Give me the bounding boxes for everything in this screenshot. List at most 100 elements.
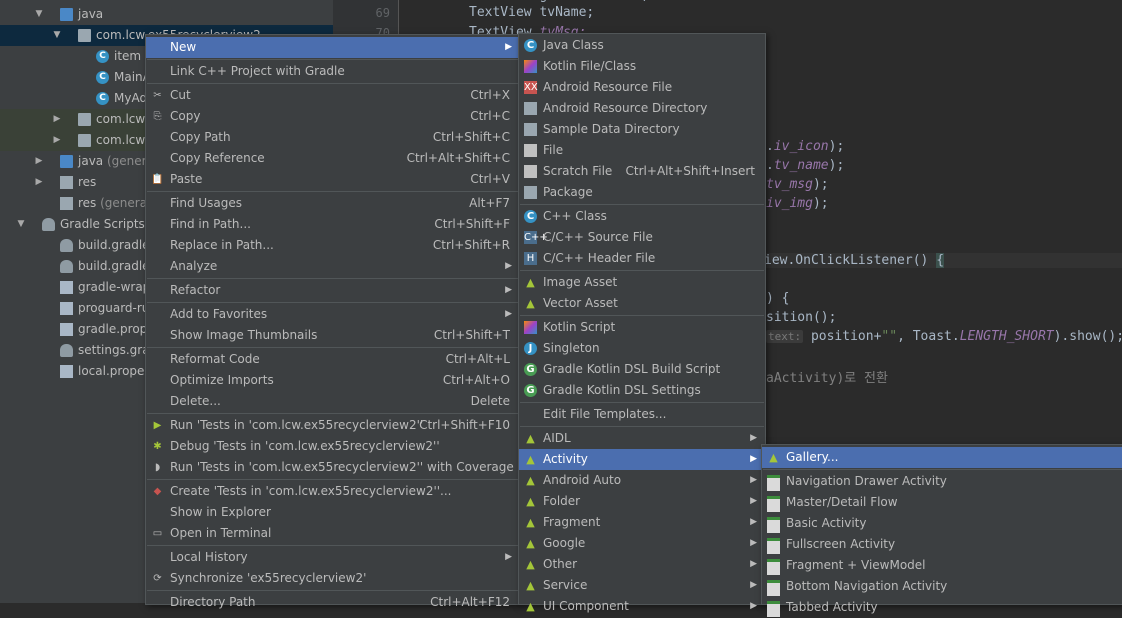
expand-arrow-icon[interactable]: ▶ <box>34 151 44 172</box>
ctx-item-debug-tests-in-com-lcw-ex55recyclerview2[interactable]: ✱ Debug 'Tests in 'com.lcw.ex55recyclervi… <box>146 436 520 457</box>
menu-item-shortcut: Ctrl+X <box>470 88 510 102</box>
activity-item-gallery[interactable]: ▲ Gallery... <box>762 447 1122 468</box>
activity-item-fragment-viewmodel[interactable]: Fragment + ViewModel <box>762 555 1122 576</box>
new-item-kotlin-script[interactable]: Kotlin Script <box>519 317 765 338</box>
menu-item-label: Master/Detail Flow <box>786 495 898 509</box>
new-item-google[interactable]: ▲ Google ▶ <box>519 533 765 554</box>
android-resource-icon: XX <box>524 81 538 94</box>
ctx-item-open-in-terminal[interactable]: ▭ Open in Terminal <box>146 523 520 544</box>
debug-icon: ✱ <box>153 441 162 452</box>
ctx-item-synchronize-ex55recyclerview2[interactable]: ⟳ Synchronize 'ex55recyclerview2' <box>146 568 520 589</box>
activity-item-navigation-drawer-activity[interactable]: Navigation Drawer Activity <box>762 471 1122 492</box>
new-item-android-auto[interactable]: ▲ Android Auto ▶ <box>519 470 765 491</box>
new-item-file[interactable]: File <box>519 140 765 161</box>
new-item-activity[interactable]: ▲ Activity ▶ <box>519 449 765 470</box>
singleton-icon: J <box>524 342 537 355</box>
menu-item-shortcut: Ctrl+Shift+R <box>432 238 510 252</box>
ctx-item-cut[interactable]: ✂ Cut Ctrl+X <box>146 85 520 106</box>
menu-item-label: Refactor <box>170 283 221 297</box>
new-item-fragment[interactable]: ▲ Fragment ▶ <box>519 512 765 533</box>
ctx-item-find-in-path[interactable]: Find in Path... Ctrl+Shift+F <box>146 214 520 235</box>
ctx-item-analyze[interactable]: Analyze ▶ <box>146 256 520 277</box>
ctx-item-replace-in-path[interactable]: Replace in Path... Ctrl+Shift+R <box>146 235 520 256</box>
tree-node-label: item <box>114 49 142 63</box>
new-item-edit-file-templates[interactable]: Edit File Templates... <box>519 404 765 425</box>
new-item-scratch-file[interactable]: Scratch File Ctrl+Alt+Shift+Insert <box>519 161 765 182</box>
menu-separator <box>147 278 519 279</box>
package-icon <box>78 29 91 42</box>
expand-arrow-icon[interactable]: ▶ <box>52 109 62 130</box>
activity-item-fullscreen-activity[interactable]: Fullscreen Activity <box>762 534 1122 555</box>
new-item-folder[interactable]: ▲ Folder ▶ <box>519 491 765 512</box>
new-item-gradle-kotlin-dsl-build-script[interactable]: G Gradle Kotlin DSL Build Script <box>519 359 765 380</box>
ctx-item-delete[interactable]: Delete... Delete <box>146 391 520 412</box>
ctx-item-reformat-code[interactable]: Reformat Code Ctrl+Alt+L <box>146 349 520 370</box>
ctx-item-paste[interactable]: 📋 Paste Ctrl+V <box>146 169 520 190</box>
tree-node[interactable]: ▼ java <box>0 4 333 25</box>
activity-item-bottom-navigation-activity[interactable]: Bottom Navigation Activity <box>762 576 1122 597</box>
ctx-item-run-tests-in-com-lcw-ex55recyclerview2-with-coverage[interactable]: ◗ Run 'Tests in 'com.lcw.ex55recyclerview… <box>146 457 520 478</box>
copy-icon: ⎘ <box>153 111 162 122</box>
new-item-vector-asset[interactable]: ▲ Vector Asset <box>519 293 765 314</box>
ctx-item-copy-path[interactable]: Copy Path Ctrl+Shift+C <box>146 127 520 148</box>
new-item-gradle-kotlin-dsl-settings[interactable]: G Gradle Kotlin DSL Settings <box>519 380 765 401</box>
submenu-arrow-icon: ▶ <box>750 580 757 590</box>
expand-arrow-icon[interactable]: ▶ <box>52 130 62 151</box>
java-class-icon: C <box>524 39 537 52</box>
ctx-item-copy-reference[interactable]: Copy Reference Ctrl+Alt+Shift+C <box>146 148 520 169</box>
expand-arrow-icon[interactable]: ▼ <box>16 214 26 235</box>
menu-item-label: Gallery... <box>786 450 839 464</box>
ctx-item-link-c-project-with-gradle[interactable]: Link C++ Project with Gradle <box>146 61 520 82</box>
ctx-item-refactor[interactable]: Refactor ▶ <box>146 280 520 301</box>
expand-arrow-icon[interactable]: ▼ <box>52 25 62 46</box>
code-comment: aActivity)로 전환 <box>766 371 888 386</box>
new-item-c-c-header-file[interactable]: H C/C++ Header File <box>519 248 765 269</box>
expand-arrow-icon[interactable]: ▶ <box>34 172 44 193</box>
new-item-c-c-source-file[interactable]: C++ C/C++ Source File <box>519 227 765 248</box>
ctx-item-create-tests-in-com-lcw-ex55recyclerview2[interactable]: ◆ Create 'Tests in 'com.lcw.ex55recyclerv… <box>146 481 520 502</box>
ctx-item-show-image-thumbnails[interactable]: Show Image Thumbnails Ctrl+Shift+T <box>146 325 520 346</box>
package-icon <box>78 134 91 147</box>
new-item-ui-component[interactable]: ▲ UI Component ▶ <box>519 596 765 617</box>
ctx-item-show-in-explorer[interactable]: Show in Explorer <box>146 502 520 523</box>
properties-icon <box>60 281 73 294</box>
menu-item-label: Show Image Thumbnails <box>170 328 318 342</box>
new-item-android-resource-directory[interactable]: Android Resource Directory <box>519 98 765 119</box>
ctx-item-optimize-imports[interactable]: Optimize Imports Ctrl+Alt+O <box>146 370 520 391</box>
activity-item-tabbed-activity[interactable]: Tabbed Activity <box>762 597 1122 618</box>
new-item-c-class[interactable]: C C++ Class <box>519 206 765 227</box>
ctx-item-find-usages[interactable]: Find Usages Alt+F7 <box>146 193 520 214</box>
ctx-item-new[interactable]: New ▶ <box>146 37 520 58</box>
menu-item-label: Fullscreen Activity <box>786 537 896 551</box>
new-item-aidl[interactable]: ▲ AIDL ▶ <box>519 428 765 449</box>
expand-arrow-icon[interactable]: ▼ <box>34 4 44 25</box>
menu-item-shortcut: Ctrl+Alt+O <box>442 373 510 387</box>
menu-separator <box>520 402 764 403</box>
menu-item-shortcut: Ctrl+Alt+Shift+C <box>406 151 510 165</box>
new-item-java-class[interactable]: C Java Class <box>519 35 765 56</box>
new-item-package[interactable]: Package <box>519 182 765 203</box>
activity-item-master-detail-flow[interactable]: Master/Detail Flow <box>762 492 1122 513</box>
ctx-item-add-to-favorites[interactable]: Add to Favorites ▶ <box>146 304 520 325</box>
activity-item-basic-activity[interactable]: Basic Activity <box>762 513 1122 534</box>
ctx-item-copy[interactable]: ⎘ Copy Ctrl+C <box>146 106 520 127</box>
ctx-item-local-history[interactable]: Local History ▶ <box>146 547 520 568</box>
new-item-singleton[interactable]: J Singleton <box>519 338 765 359</box>
menu-item-label: Link C++ Project with Gradle <box>170 64 345 78</box>
sync-icon: ⟳ <box>153 573 162 584</box>
ctx-item-run-tests-in-com-lcw-ex55recyclerview2[interactable]: ▶ Run 'Tests in 'com.lcw.ex55recyclerview… <box>146 415 520 436</box>
menu-item-label: Folder <box>543 494 581 508</box>
new-item-other[interactable]: ▲ Other ▶ <box>519 554 765 575</box>
tree-node-label: java <box>78 7 104 21</box>
new-item-kotlin-file-class[interactable]: Kotlin File/Class <box>519 56 765 77</box>
new-item-android-resource-file[interactable]: XX Android Resource File <box>519 77 765 98</box>
submenu-arrow-icon: ▶ <box>750 496 757 506</box>
new-item-image-asset[interactable]: ▲ Image Asset <box>519 272 765 293</box>
code-line: .iv_icon); <box>766 139 845 154</box>
new-item-service[interactable]: ▲ Service ▶ <box>519 575 765 596</box>
submenu-arrow-icon: ▶ <box>505 285 512 295</box>
new-item-sample-data-directory[interactable]: Sample Data Directory <box>519 119 765 140</box>
submenu-arrow-icon: ▶ <box>750 433 757 443</box>
menu-item-label: C/C++ Header File <box>543 251 656 265</box>
folder-icon <box>60 8 73 21</box>
